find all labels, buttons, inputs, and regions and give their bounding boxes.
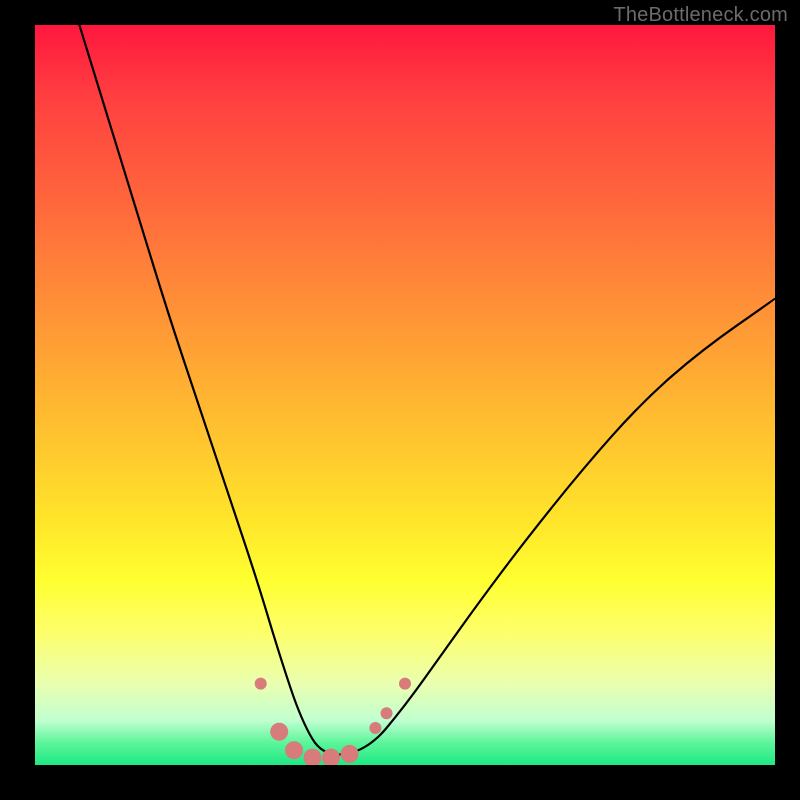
plot-area: [35, 25, 775, 765]
highlight-dot: [285, 741, 303, 759]
curve-layer: [35, 25, 775, 765]
highlight-dot: [341, 745, 359, 763]
highlight-dot: [369, 722, 381, 734]
bottleneck-curve: [79, 25, 775, 755]
highlight-dot: [270, 723, 288, 741]
highlight-dots: [255, 678, 411, 765]
chart-frame: TheBottleneck.com: [0, 0, 800, 800]
highlight-dot: [255, 678, 267, 690]
watermark-text: TheBottleneck.com: [613, 4, 788, 27]
highlight-dot: [322, 749, 340, 765]
highlight-dot: [399, 678, 411, 690]
highlight-dot: [304, 749, 322, 765]
highlight-dot: [381, 707, 393, 719]
